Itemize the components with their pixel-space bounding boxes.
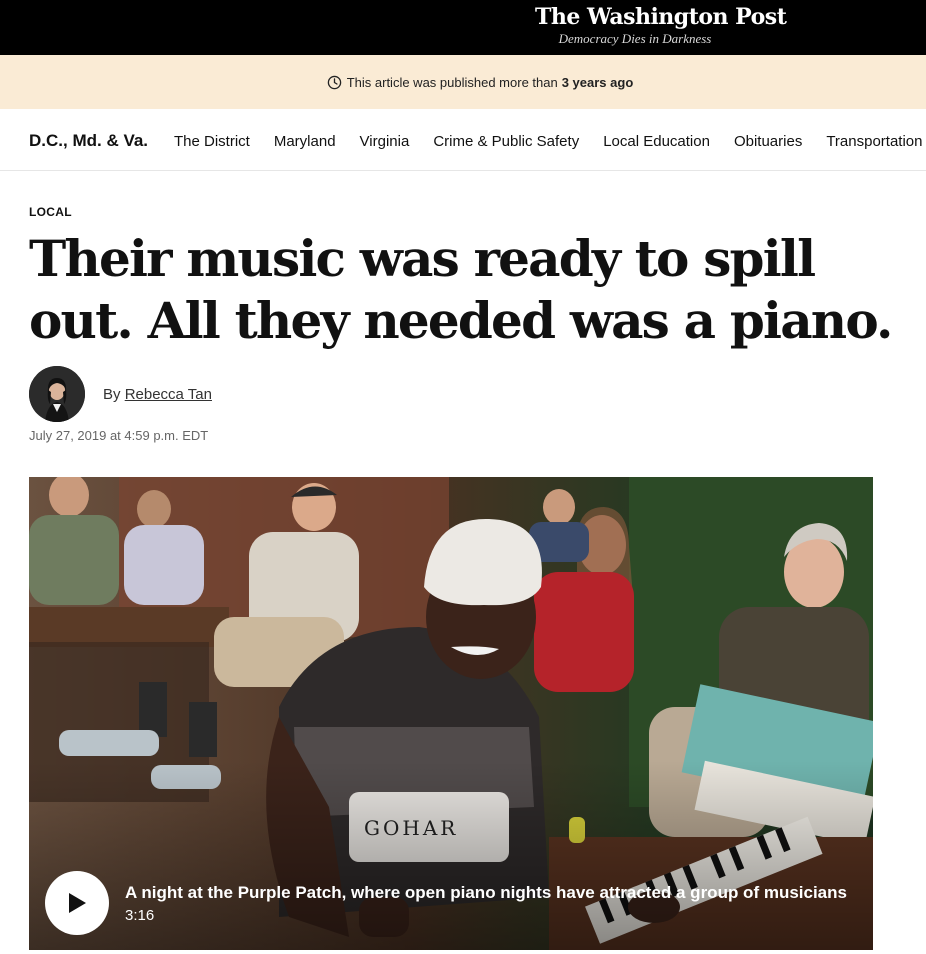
notice-text: This article was published more than — [346, 74, 558, 90]
lead-video[interactable]: GOHAR A night at the Purple Patch, where… — [29, 477, 873, 950]
notice-age: 3 years ago — [561, 74, 634, 90]
logo-title: The Washington Post — [535, 4, 787, 30]
nav-item-local-education[interactable]: Local Education — [603, 133, 710, 150]
section-nav: D.C., Md. & Va. The District Maryland Vi… — [0, 109, 926, 171]
video-caption[interactable]: A night at the Purple Patch, where open … — [125, 883, 865, 903]
nav-item-transportation[interactable]: Transportation — [826, 133, 922, 150]
nav-item-crime-public-safety[interactable]: Crime & Public Safety — [433, 133, 579, 150]
nav-item-obituaries[interactable]: Obituaries — [734, 133, 802, 150]
play-button[interactable] — [45, 871, 109, 935]
site-logo[interactable]: The Washington Post Democracy Dies in Da… — [535, 3, 787, 46]
article-headline: Their music was ready to spill out. All … — [29, 229, 893, 350]
video-duration: 3:16 — [125, 907, 155, 924]
video-gradient-overlay — [29, 477, 873, 950]
nav-item-virginia[interactable]: Virginia — [360, 133, 410, 150]
masthead: The Washington Post Democracy Dies in Da… — [0, 0, 926, 55]
byline: By Rebecca Tan — [103, 386, 212, 403]
play-icon — [69, 893, 86, 913]
author-avatar[interactable] — [29, 366, 85, 422]
publish-date: July 27, 2019 at 4:59 p.m. EDT — [29, 428, 209, 443]
clock-icon — [327, 75, 341, 89]
nav-item-the-district[interactable]: The District — [174, 133, 250, 150]
nav-item-maryland[interactable]: Maryland — [274, 133, 336, 150]
author-link[interactable]: Rebecca Tan — [125, 386, 212, 403]
article-age-notice: This article was published more than 3 y… — [0, 55, 926, 109]
section-nav-items: The District Maryland Virginia Crime & P… — [174, 133, 926, 150]
byline-prefix: By — [103, 386, 121, 403]
section-home-link[interactable]: D.C., Md. & Va. — [29, 131, 148, 151]
logo-tagline: Democracy Dies in Darkness — [558, 31, 712, 46]
author-portrait — [29, 366, 85, 422]
article-kicker[interactable]: LOCAL — [29, 205, 72, 219]
